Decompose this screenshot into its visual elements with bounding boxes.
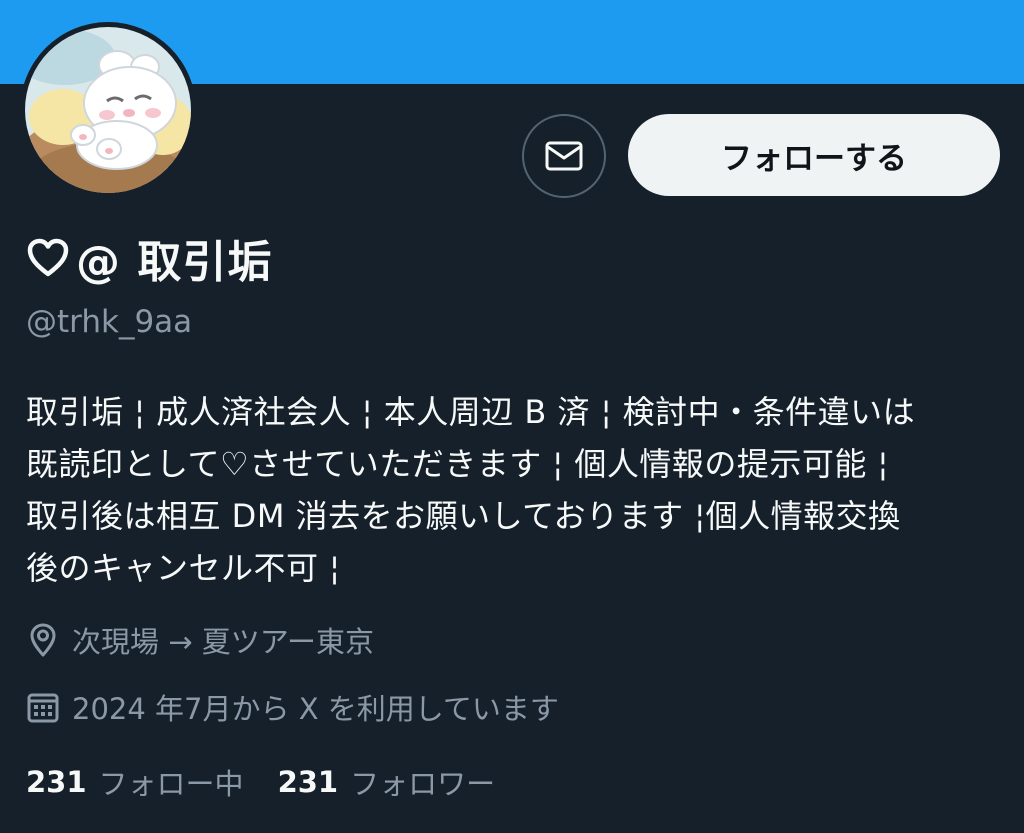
bio-line: 既読印として♡させていただきます ¦ 個人情報の提示可能 ¦ (26, 445, 889, 483)
mail-icon (545, 141, 583, 171)
joined-text: 2024 年7月から X を利用しています (72, 692, 559, 726)
bio-line: 取引後は相互 DM 消去をお願いしております ¦個人情報交換 (26, 497, 901, 535)
display-name: @ 取引垢 (76, 237, 273, 288)
follow-button[interactable]: フォローする (628, 114, 1000, 196)
profile-bio: 取引垢 ¦ 成人済社会人 ¦ 本人周辺 B 済 ¦ 検討中・条件違いは 既読印と… (26, 386, 1011, 594)
profile-joined-date: 2024 年7月から X を利用しています (26, 685, 559, 729)
heart-outline-icon (27, 238, 69, 277)
profile-location: 次現場 → 夏ツアー東京 (26, 618, 374, 662)
bio-line: 後のキャンセル不可 ¦ (26, 549, 341, 587)
profile-avatar[interactable] (20, 22, 196, 198)
location-text: 次現場 → 夏ツアー東京 (72, 625, 374, 659)
follow-stats: 231 フォロー中 231 フォロワー (26, 760, 529, 804)
followers-link[interactable]: 231 フォロワー (278, 761, 496, 803)
following-label: フォロー中 (98, 767, 244, 801)
bear-character-avatar (25, 27, 191, 193)
followers-count: 231 (277, 765, 339, 799)
display-name-row: @ 取引垢 (26, 226, 272, 290)
location-pin-icon (30, 623, 56, 657)
calendar-icon (27, 693, 59, 723)
following-link[interactable]: 231 フォロー中 (26, 761, 244, 803)
followers-label: フォロワー (350, 767, 496, 801)
bio-line: 取引垢 ¦ 成人済社会人 ¦ 本人周辺 B 済 ¦ 検討中・条件違いは (26, 393, 916, 431)
message-button[interactable] (522, 114, 606, 198)
following-count: 231 (26, 765, 87, 799)
profile-handle: @trhk_9aa (26, 304, 193, 340)
